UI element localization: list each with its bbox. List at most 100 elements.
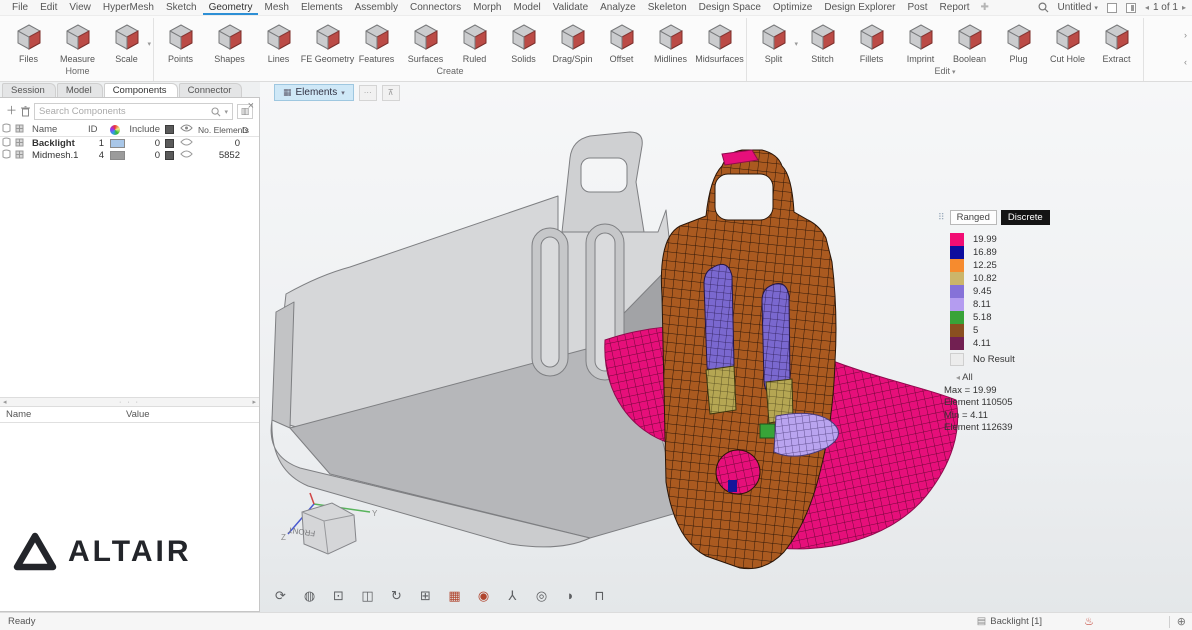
- standard-views-button[interactable]: ◫: [359, 587, 376, 604]
- section-cut-button[interactable]: ◗: [562, 587, 579, 604]
- search-icon[interactable]: [1038, 2, 1049, 13]
- prev-page-icon[interactable]: ◂: [1145, 3, 1149, 12]
- menu-assembly[interactable]: Assembly: [349, 0, 404, 15]
- delete-component-button[interactable]: [21, 106, 30, 117]
- menu-model[interactable]: Model: [507, 0, 546, 15]
- points-button[interactable]: ▾ Points: [156, 18, 205, 65]
- add-component-button[interactable]: ＋: [6, 106, 17, 117]
- component-row[interactable]: Midmesh.1 4 0 5852: [0, 149, 259, 161]
- legend-discrete-button[interactable]: Discrete: [1001, 210, 1050, 225]
- more-options-icon[interactable]: ▾: [147, 40, 151, 48]
- triad-button[interactable]: ⅄: [504, 587, 521, 604]
- spin-model-button[interactable]: ↻: [388, 587, 405, 604]
- files-button[interactable]: ▾ Files: [4, 18, 53, 65]
- fit-view-button[interactable]: ⊡: [330, 587, 347, 604]
- component-color-swatch[interactable]: [110, 139, 125, 148]
- surfaces-button[interactable]: ▾ Surfaces: [401, 18, 450, 65]
- project-menu[interactable]: Untitled ▾: [1058, 2, 1098, 13]
- ribbon-scroll-right-icon[interactable]: ›: [1184, 31, 1187, 40]
- geometry-state-icon[interactable]: [165, 139, 174, 148]
- menu-view[interactable]: View: [63, 0, 97, 15]
- menu-geometry[interactable]: Geometry: [203, 0, 259, 15]
- tab-model[interactable]: Model: [57, 83, 103, 97]
- orientation-view-cube[interactable]: FRONT Y Z: [278, 488, 378, 560]
- horizontal-scrollbar[interactable]: ◂ · · · ▸: [0, 397, 259, 407]
- component-row[interactable]: Backlight 1 0 0: [0, 137, 259, 149]
- legend-band-row[interactable]: 5: [950, 324, 1048, 337]
- menu-report[interactable]: Report: [934, 0, 976, 15]
- legend-band-row[interactable]: 12.25: [950, 259, 1048, 272]
- search-options-icon[interactable]: ▾: [224, 108, 228, 116]
- settings-target-icon[interactable]: ⊕: [1177, 615, 1186, 628]
- menu-design-space[interactable]: Design Space: [693, 0, 767, 15]
- plug-button[interactable]: ▾ Plug: [994, 18, 1043, 65]
- legend-band-row[interactable]: 5.18: [950, 311, 1048, 324]
- viewport-tab-elements[interactable]: ▦ Elements ▾: [274, 84, 354, 101]
- current-component-chip[interactable]: ▤ Backlight [1]: [977, 616, 1042, 627]
- component-color-swatch[interactable]: [110, 151, 125, 160]
- extract-button[interactable]: ▾ Extract: [1092, 18, 1141, 65]
- fillets-button[interactable]: ▾ Fillets: [847, 18, 896, 65]
- color-by-button[interactable]: ◉: [475, 587, 492, 604]
- tab-connector[interactable]: Connector: [179, 83, 243, 97]
- menu-hypermesh[interactable]: HyperMesh: [97, 0, 160, 15]
- window-zoom-button[interactable]: ⊞: [417, 587, 434, 604]
- ruled-button[interactable]: ▾ Ruled: [450, 18, 499, 65]
- search-icon[interactable]: [211, 107, 221, 117]
- multi-view-icon[interactable]: [1126, 3, 1136, 13]
- ribbon-scroll-left-icon[interactable]: ‹: [1184, 58, 1187, 67]
- legend-band-row[interactable]: 4.11: [950, 337, 1048, 350]
- tab-components[interactable]: Components: [104, 83, 178, 97]
- menu-file[interactable]: File: [6, 0, 34, 15]
- lines-button[interactable]: ▾ Lines: [254, 18, 303, 65]
- menu-overflow-icon[interactable]: ✚: [976, 2, 994, 13]
- menu-connectors[interactable]: Connectors: [404, 0, 467, 15]
- menu-post[interactable]: Post: [902, 0, 934, 15]
- boolean-button[interactable]: ▾ Boolean: [945, 18, 994, 65]
- menu-morph[interactable]: Morph: [467, 0, 507, 15]
- menu-edit[interactable]: Edit: [34, 0, 63, 15]
- tab-session[interactable]: Session: [2, 83, 56, 97]
- legend-band-row[interactable]: 9.45: [950, 285, 1048, 298]
- element-quality-button[interactable]: ▦: [446, 587, 463, 604]
- scale-button[interactable]: ▾ Scale: [102, 18, 151, 65]
- menu-optimize[interactable]: Optimize: [767, 0, 818, 15]
- viewport-overflow-button[interactable]: ···: [359, 85, 377, 101]
- pin-viewport-icon[interactable]: ⊼: [382, 85, 400, 101]
- offset-button[interactable]: ▾ Offset: [597, 18, 646, 65]
- legend-band-row[interactable]: 19.99: [950, 233, 1048, 246]
- view-lock-button[interactable]: ⊓: [591, 587, 608, 604]
- legend-no-result-row[interactable]: No Result: [950, 353, 1048, 366]
- magnify-button[interactable]: ◎: [533, 587, 550, 604]
- shapes-button[interactable]: ▾ Shapes: [205, 18, 254, 65]
- stitch-button[interactable]: ▾ Stitch: [798, 18, 847, 65]
- graphics-viewport[interactable]: ▦ Elements ▾ ··· ⊼ ⠿ Ranged Discrete 19.…: [260, 82, 1192, 612]
- menu-mesh[interactable]: Mesh: [258, 0, 294, 15]
- menu-design-explorer[interactable]: Design Explorer: [818, 0, 901, 15]
- fe-geometry-button[interactable]: ▾ FE Geometry: [303, 18, 352, 65]
- visibility-eye-icon[interactable]: [180, 138, 198, 149]
- legend-band-row[interactable]: 8.11: [950, 298, 1048, 311]
- legend-band-row[interactable]: 10.82: [950, 272, 1048, 285]
- menu-skeleton[interactable]: Skeleton: [642, 0, 693, 15]
- perspective-globe-button[interactable]: ◍: [301, 587, 318, 604]
- legend-all-selector[interactable]: ◂ All: [956, 372, 1048, 385]
- solids-button[interactable]: ▾ Solids: [499, 18, 548, 65]
- midlines-button[interactable]: ▾ Midlines: [646, 18, 695, 65]
- search-components-input[interactable]: [39, 106, 208, 117]
- menu-analyze[interactable]: Analyze: [594, 0, 642, 15]
- legend-ranged-button[interactable]: Ranged: [950, 210, 997, 225]
- next-page-icon[interactable]: ▸: [1182, 3, 1186, 12]
- legend-drag-handle[interactable]: ⠿: [938, 212, 946, 223]
- midsurfaces-button[interactable]: ▾ Midsurfaces: [695, 18, 744, 65]
- entity-highlight-icon[interactable]: ♨: [1084, 615, 1094, 628]
- legend-band-row[interactable]: 16.89: [950, 246, 1048, 259]
- single-view-icon[interactable]: [1107, 3, 1117, 13]
- drag-spin-button[interactable]: ▾ Drag/Spin: [548, 18, 597, 65]
- close-icon[interactable]: ×: [248, 101, 254, 111]
- geometry-state-icon[interactable]: [165, 151, 174, 160]
- model-scene[interactable]: [260, 82, 1192, 612]
- arc-rotate-button[interactable]: ⟳: [272, 587, 289, 604]
- menu-elements[interactable]: Elements: [295, 0, 349, 15]
- imprint-button[interactable]: ▾ Imprint: [896, 18, 945, 65]
